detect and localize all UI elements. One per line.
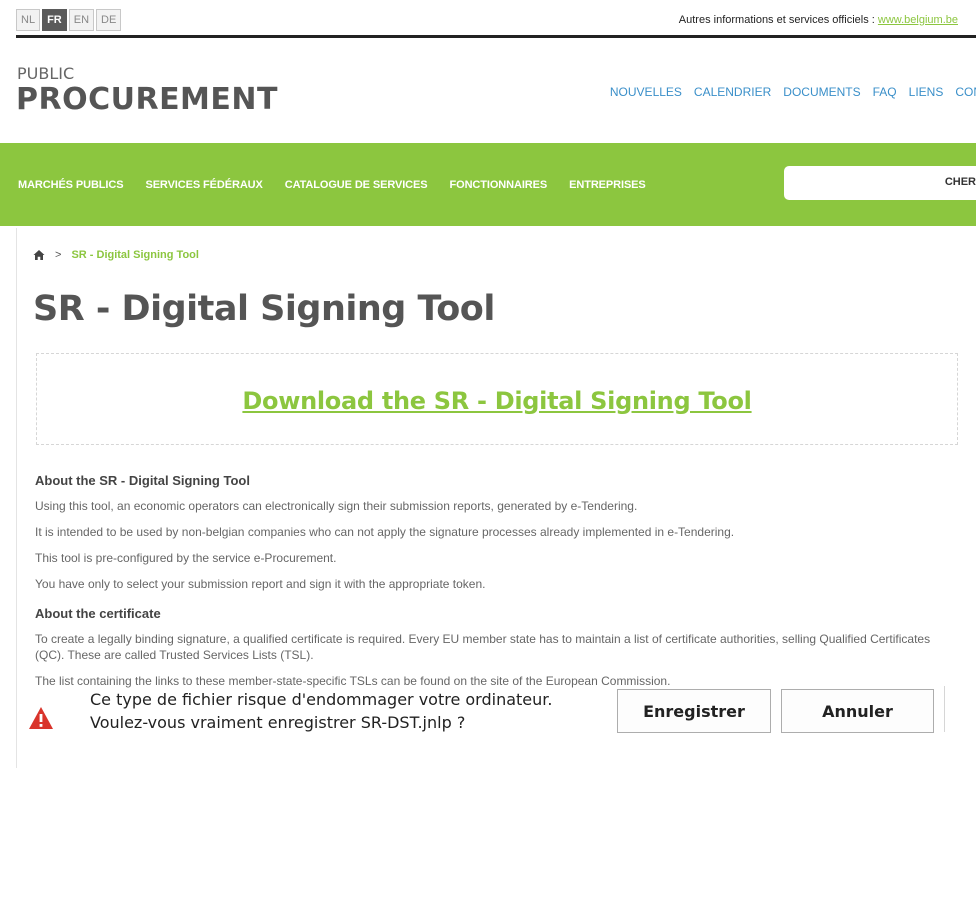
download-bar-divider [944,686,945,732]
mainnav-catalogue-services[interactable]: CATALOGUE DE SERVICES [285,179,428,191]
warning-icon [28,706,54,730]
lang-nl[interactable]: NL [16,9,41,31]
search-input[interactable]: CHER [784,166,976,200]
breadcrumb-current[interactable]: SR - Digital Signing Tool [71,249,199,261]
paragraph: You have only to select your submission … [35,577,486,591]
official-info: Autres informations et services officiel… [679,14,958,26]
search-button[interactable]: CHER [945,176,976,188]
breadcrumb: > SR - Digital Signing Tool [33,249,199,261]
topnav-documents[interactable]: DOCUMENTS [783,85,860,99]
section-heading-tool: About the SR - Digital Signing Tool [35,473,250,488]
download-warning-line1: Ce type de fichier risque d'endommager v… [90,690,553,709]
topnav-faq[interactable]: FAQ [873,85,897,99]
belgium-link[interactable]: www.belgium.be [878,14,958,26]
paragraph: To create a legally binding signature, a… [35,632,931,662]
section-heading-certificate: About the certificate [35,606,161,621]
mainnav-marches-publics[interactable]: MARCHÉS PUBLICS [18,179,124,191]
download-box: Download the SR - Digital Signing Tool [36,353,958,445]
official-info-text: Autres informations et services officiel… [678,14,878,26]
topnav-contact[interactable]: CON [955,85,976,99]
logo-procurement[interactable]: PROCUREMENT [16,82,278,117]
top-navigation: NOUVELLES CALENDRIER DOCUMENTS FAQ LIENS… [610,85,976,99]
lang-en[interactable]: EN [68,9,95,31]
paragraph: The list containing the links to these m… [35,674,671,688]
topnav-nouvelles[interactable]: NOUVELLES [610,85,682,99]
mainnav-fonctionnaires[interactable]: FONCTIONNAIRES [450,179,548,191]
mainnav-entreprises[interactable]: ENTREPRISES [569,179,646,191]
topnav-calendrier[interactable]: CALENDRIER [694,85,771,99]
download-warning-line2: Voulez-vous vraiment enregistrer SR-DST.… [90,713,466,732]
download-warning-message: Ce type de fichier risque d'endommager v… [90,688,552,734]
lang-de[interactable]: DE [96,9,122,31]
home-icon[interactable] [33,249,45,261]
cancel-button[interactable]: Annuler [781,689,934,733]
download-link[interactable]: Download the SR - Digital Signing Tool [37,387,957,415]
paragraph: This tool is pre-configured by the servi… [35,551,337,565]
content-left-border [16,228,17,768]
page-content: About the SR - Digital Signing Tool Usin… [35,473,955,699]
topnav-liens[interactable]: LIENS [909,85,944,99]
lang-fr[interactable]: FR [42,9,67,31]
save-button[interactable]: Enregistrer [617,689,771,733]
paragraph: It is intended to be used by non-belgian… [35,525,735,539]
mainnav-services-federaux[interactable]: SERVICES FÉDÉRAUX [145,179,262,191]
logo-public[interactable]: PUBLIC [17,64,74,83]
language-switcher: NL FR EN DE [16,9,122,31]
page-title: SR - Digital Signing Tool [33,289,495,329]
paragraph: Using this tool, an economic operators c… [35,499,638,513]
main-navigation: MARCHÉS PUBLICS SERVICES FÉDÉRAUX CATALO… [18,179,646,191]
breadcrumb-separator: > [55,249,62,261]
top-divider [16,35,976,38]
